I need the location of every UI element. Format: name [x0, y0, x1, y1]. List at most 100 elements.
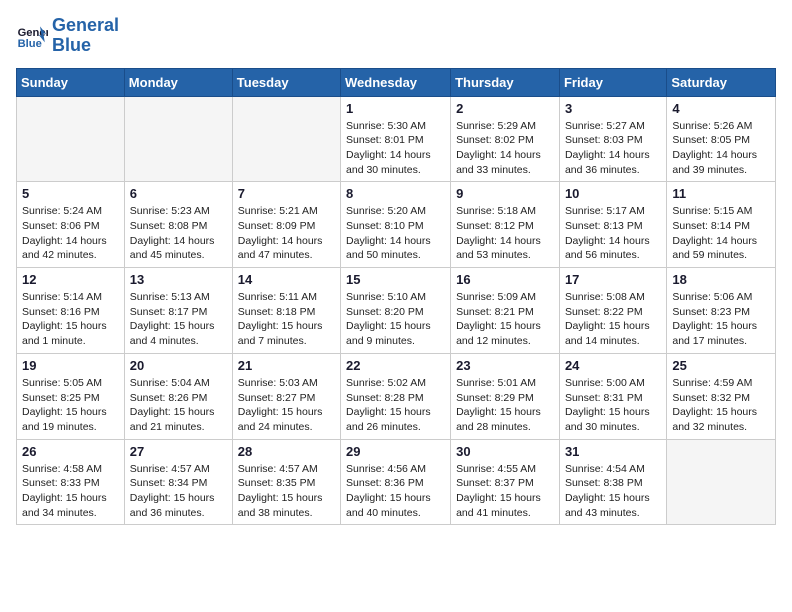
day-cell: 31 Sunrise: 4:54 AMSunset: 8:38 PMDayligh…	[559, 439, 666, 525]
weekday-header-tuesday: Tuesday	[232, 68, 340, 96]
day-number: 18	[672, 272, 770, 287]
logo-icon: General Blue	[16, 20, 48, 52]
day-info: Sunrise: 5:29 AMSunset: 8:02 PMDaylight:…	[456, 119, 554, 178]
day-cell: 24Sunrise: 5:00 AMSunset: 8:31 PMDayligh…	[559, 353, 666, 439]
day-cell	[667, 439, 776, 525]
day-info: Sunrise: 5:21 AMSunset: 8:09 PMDaylight:…	[238, 204, 335, 263]
week-row-2: 5 Sunrise: 5:24 AMSunset: 8:06 PMDaylight…	[17, 182, 776, 268]
day-number: 21	[238, 358, 335, 373]
day-cell: 10 Sunrise: 5:17 AMSunset: 8:13 PMDayligh…	[559, 182, 666, 268]
day-number: 26	[22, 444, 119, 459]
day-cell: 21Sunrise: 5:03 AMSunset: 8:27 PMDayligh…	[232, 353, 340, 439]
day-info: Sunrise: 5:18 AMSunset: 8:12 PMDaylight:…	[456, 204, 554, 263]
day-info: Sunrise: 5:26 AMSunset: 8:05 PMDaylight:…	[672, 119, 770, 178]
week-row-5: 26 Sunrise: 4:58 AMSunset: 8:33 PMDayligh…	[17, 439, 776, 525]
day-number: 5	[22, 186, 119, 201]
day-cell: 19 Sunrise: 5:05 AMSunset: 8:25 PMDayligh…	[17, 353, 125, 439]
day-number: 1	[346, 101, 445, 116]
weekday-header-thursday: Thursday	[451, 68, 560, 96]
day-info: Sunrise: 5:23 AMSunset: 8:08 PMDaylight:…	[130, 204, 227, 263]
day-cell: 29Sunrise: 4:56 AMSunset: 8:36 PMDayligh…	[341, 439, 451, 525]
day-info: Sunrise: 5:11 AMSunset: 8:18 PMDaylight:…	[238, 290, 335, 349]
day-cell: 23 Sunrise: 5:01 AMSunset: 8:29 PMDayligh…	[451, 353, 560, 439]
day-cell: 13 Sunrise: 5:13 AMSunset: 8:17 PMDayligh…	[124, 268, 232, 354]
day-cell	[124, 96, 232, 182]
day-info: Sunrise: 5:30 AMSunset: 8:01 PMDaylight:…	[346, 119, 445, 178]
day-number: 8	[346, 186, 445, 201]
day-cell: 4 Sunrise: 5:26 AMSunset: 8:05 PMDaylight…	[667, 96, 776, 182]
day-number: 15	[346, 272, 445, 287]
weekday-header-monday: Monday	[124, 68, 232, 96]
weekday-header-friday: Friday	[559, 68, 666, 96]
week-row-4: 19 Sunrise: 5:05 AMSunset: 8:25 PMDayligh…	[17, 353, 776, 439]
day-info: Sunrise: 4:54 AMSunset: 8:38 PMDaylight:…	[565, 462, 661, 521]
weekday-header-wednesday: Wednesday	[341, 68, 451, 96]
day-number: 4	[672, 101, 770, 116]
day-number: 2	[456, 101, 554, 116]
day-info: Sunrise: 5:24 AMSunset: 8:06 PMDaylight:…	[22, 204, 119, 263]
day-number: 25	[672, 358, 770, 373]
logo-text: GeneralBlue	[52, 16, 119, 56]
day-number: 10	[565, 186, 661, 201]
day-info: Sunrise: 4:55 AMSunset: 8:37 PMDaylight:…	[456, 462, 554, 521]
day-number: 7	[238, 186, 335, 201]
day-number: 13	[130, 272, 227, 287]
day-number: 23	[456, 358, 554, 373]
day-number: 16	[456, 272, 554, 287]
week-row-3: 12 Sunrise: 5:14 AMSunset: 8:16 PMDayligh…	[17, 268, 776, 354]
day-cell: 5 Sunrise: 5:24 AMSunset: 8:06 PMDaylight…	[17, 182, 125, 268]
weekday-header-sunday: Sunday	[17, 68, 125, 96]
day-info: Sunrise: 5:14 AMSunset: 8:16 PMDaylight:…	[22, 290, 119, 349]
day-cell: 16 Sunrise: 5:09 AMSunset: 8:21 PMDayligh…	[451, 268, 560, 354]
day-info: Sunrise: 5:00 AMSunset: 8:31 PMDaylight:…	[565, 376, 661, 435]
day-number: 14	[238, 272, 335, 287]
day-number: 19	[22, 358, 119, 373]
day-number: 9	[456, 186, 554, 201]
day-cell: 28 Sunrise: 4:57 AMSunset: 8:35 PMDayligh…	[232, 439, 340, 525]
day-info: Sunrise: 4:59 AMSunset: 8:32 PMDaylight:…	[672, 376, 770, 435]
day-cell: 12 Sunrise: 5:14 AMSunset: 8:16 PMDayligh…	[17, 268, 125, 354]
day-info: Sunrise: 5:06 AMSunset: 8:23 PMDaylight:…	[672, 290, 770, 349]
day-cell: 1 Sunrise: 5:30 AMSunset: 8:01 PMDaylight…	[341, 96, 451, 182]
week-row-1: 1 Sunrise: 5:30 AMSunset: 8:01 PMDaylight…	[17, 96, 776, 182]
day-cell: 20Sunrise: 5:04 AMSunset: 8:26 PMDayligh…	[124, 353, 232, 439]
day-number: 12	[22, 272, 119, 287]
day-info: Sunrise: 5:20 AMSunset: 8:10 PMDaylight:…	[346, 204, 445, 263]
day-cell	[232, 96, 340, 182]
day-cell	[17, 96, 125, 182]
day-number: 30	[456, 444, 554, 459]
day-number: 28	[238, 444, 335, 459]
weekday-header-saturday: Saturday	[667, 68, 776, 96]
day-cell: 22Sunrise: 5:02 AMSunset: 8:28 PMDayligh…	[341, 353, 451, 439]
day-number: 29	[346, 444, 445, 459]
day-number: 20	[130, 358, 227, 373]
day-number: 31	[565, 444, 661, 459]
day-number: 27	[130, 444, 227, 459]
day-number: 3	[565, 101, 661, 116]
day-info: Sunrise: 5:05 AMSunset: 8:25 PMDaylight:…	[22, 376, 119, 435]
day-cell: 11Sunrise: 5:15 AMSunset: 8:14 PMDayligh…	[667, 182, 776, 268]
day-info: Sunrise: 5:17 AMSunset: 8:13 PMDaylight:…	[565, 204, 661, 263]
day-cell: 9 Sunrise: 5:18 AMSunset: 8:12 PMDaylight…	[451, 182, 560, 268]
day-number: 6	[130, 186, 227, 201]
day-cell: 6 Sunrise: 5:23 AMSunset: 8:08 PMDaylight…	[124, 182, 232, 268]
day-info: Sunrise: 5:27 AMSunset: 8:03 PMDaylight:…	[565, 119, 661, 178]
day-info: Sunrise: 5:13 AMSunset: 8:17 PMDaylight:…	[130, 290, 227, 349]
day-cell: 14 Sunrise: 5:11 AMSunset: 8:18 PMDayligh…	[232, 268, 340, 354]
day-info: Sunrise: 4:57 AMSunset: 8:35 PMDaylight:…	[238, 462, 335, 521]
day-number: 17	[565, 272, 661, 287]
page-header: General Blue GeneralBlue	[16, 16, 776, 56]
day-info: Sunrise: 4:58 AMSunset: 8:33 PMDaylight:…	[22, 462, 119, 521]
weekday-header-row: SundayMondayTuesdayWednesdayThursdayFrid…	[17, 68, 776, 96]
day-cell: 18 Sunrise: 5:06 AMSunset: 8:23 PMDayligh…	[667, 268, 776, 354]
day-number: 22	[346, 358, 445, 373]
svg-text:Blue: Blue	[18, 38, 42, 50]
day-info: Sunrise: 5:09 AMSunset: 8:21 PMDaylight:…	[456, 290, 554, 349]
logo: General Blue GeneralBlue	[16, 16, 119, 56]
day-cell: 25 Sunrise: 4:59 AMSunset: 8:32 PMDayligh…	[667, 353, 776, 439]
day-cell: 15Sunrise: 5:10 AMSunset: 8:20 PMDayligh…	[341, 268, 451, 354]
day-info: Sunrise: 5:01 AMSunset: 8:29 PMDaylight:…	[456, 376, 554, 435]
day-cell: 17Sunrise: 5:08 AMSunset: 8:22 PMDayligh…	[559, 268, 666, 354]
day-cell: 8 Sunrise: 5:20 AMSunset: 8:10 PMDaylight…	[341, 182, 451, 268]
day-number: 11	[672, 186, 770, 201]
